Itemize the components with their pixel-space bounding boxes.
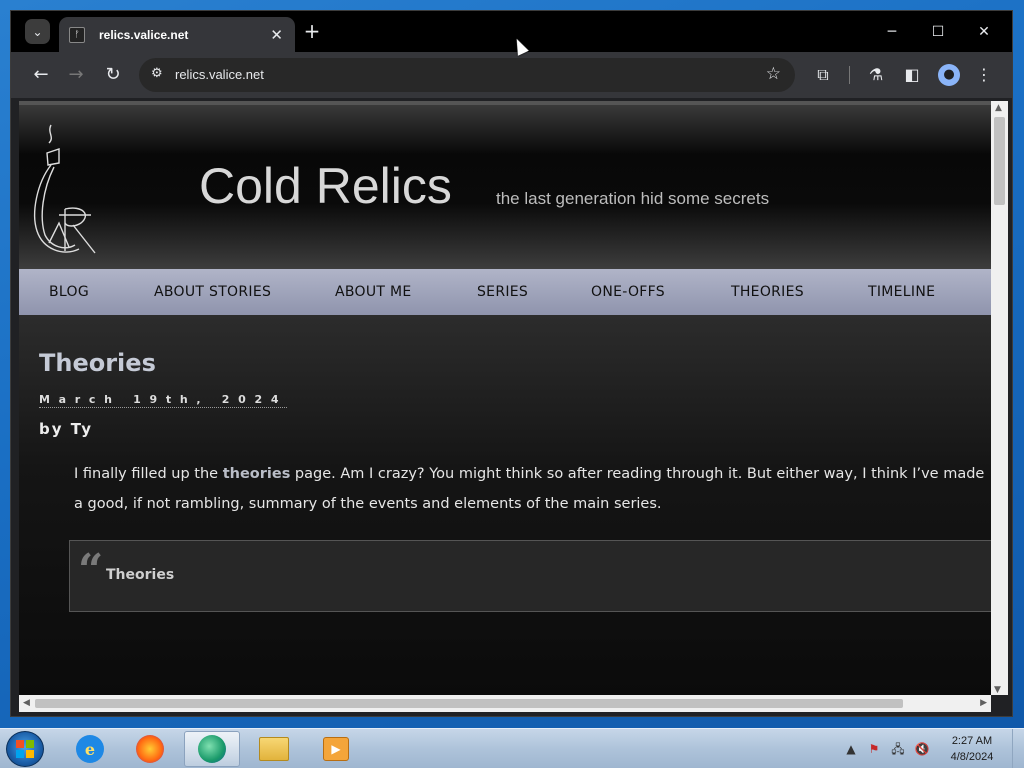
post-author: by Ty bbox=[39, 420, 93, 438]
embed-title[interactable]: Theories bbox=[106, 567, 174, 583]
taskbar-file-explorer[interactable] bbox=[246, 731, 302, 767]
nav-item-series[interactable]: SERIES bbox=[477, 284, 528, 300]
media-player-icon: ▶ bbox=[323, 737, 349, 761]
reload-icon: ↻ bbox=[105, 64, 121, 85]
tab-strip: ⌄ ᚠ relics.valice.net ✕ + ─ ☐ ✕ bbox=[11, 11, 1012, 52]
post-body: I finally filled up the theories page. A… bbox=[74, 459, 991, 519]
close-window-button[interactable]: ✕ bbox=[961, 17, 1007, 47]
browser-app-icon bbox=[198, 735, 226, 763]
site-title[interactable]: Cold Relics bbox=[199, 157, 452, 215]
embedded-link-card[interactable]: “ Theories bbox=[69, 540, 991, 612]
volume-muted-icon[interactable]: 🔇 bbox=[914, 741, 930, 757]
vertical-scroll-thumb[interactable] bbox=[994, 117, 1005, 205]
chevron-down-icon: ⌄ bbox=[32, 24, 43, 39]
tray-expand-icon[interactable]: ▲ bbox=[843, 741, 859, 757]
post-body-text: I finally filled up the bbox=[74, 466, 223, 482]
tab-search-button[interactable]: ⌄ bbox=[25, 19, 50, 44]
plus-icon: + bbox=[303, 19, 321, 43]
firefox-icon bbox=[136, 735, 164, 763]
folder-icon bbox=[259, 737, 289, 761]
tab-title: relics.valice.net bbox=[99, 27, 189, 42]
minimize-button[interactable]: ─ bbox=[869, 17, 915, 47]
side-panel-icon[interactable]: ◧ bbox=[900, 63, 924, 87]
theories-link[interactable]: theories bbox=[223, 466, 291, 482]
nav-item-blog[interactable]: BLOG bbox=[49, 284, 89, 300]
nav-item-about-me[interactable]: ABOUT ME bbox=[335, 284, 412, 300]
windows-taskbar: e ▶ ▲ ⚑ 🖧 🔇 2:27 AM 4/8/2024 bbox=[0, 728, 1024, 768]
scroll-down-icon[interactable]: ▼ bbox=[994, 685, 1001, 695]
horizontal-scroll-thumb[interactable] bbox=[35, 699, 903, 708]
page-viewport: Cold Relics the last generation hid some… bbox=[19, 101, 991, 695]
site-favicon-icon: ᚠ bbox=[69, 26, 85, 43]
post-date[interactable]: March 19th, 2024 bbox=[39, 393, 288, 408]
site-logo-icon bbox=[34, 124, 96, 254]
system-clock[interactable]: 2:27 AM 4/8/2024 bbox=[934, 733, 1010, 765]
windows-logo-icon bbox=[16, 740, 34, 758]
quote-mark-icon: “ bbox=[78, 545, 104, 596]
url-text: relics.valice.net bbox=[175, 67, 264, 82]
browser-window: ⌄ ᚠ relics.valice.net ✕ + ─ ☐ ✕ ← → ↻ ⚙ … bbox=[10, 10, 1013, 717]
bookmark-star-icon[interactable]: ☆ bbox=[766, 64, 781, 84]
back-button[interactable]: ← bbox=[28, 62, 54, 88]
browser-toolbar: ← → ↻ ⚙ relics.valice.net ☆ ⧉ ⚗ ◧ ● ⋮ bbox=[11, 52, 1012, 98]
site-header: Cold Relics the last generation hid some… bbox=[19, 101, 991, 269]
clock-time: 2:27 AM bbox=[951, 735, 993, 747]
post-content: Theories March 19th, 2024 by Ty I finall… bbox=[19, 315, 991, 695]
internet-explorer-icon: e bbox=[76, 735, 104, 763]
taskbar-firefox[interactable] bbox=[122, 731, 178, 767]
reload-button[interactable]: ↻ bbox=[100, 62, 126, 88]
network-icon[interactable]: 🖧 bbox=[890, 741, 906, 757]
scroll-right-icon[interactable]: ▶ bbox=[980, 698, 987, 708]
labs-flask-icon[interactable]: ⚗ bbox=[864, 63, 888, 87]
site-navigation: BLOG ABOUT STORIES ABOUT ME SERIES ONE-O… bbox=[19, 269, 991, 315]
nav-item-one-offs[interactable]: ONE-OFFS bbox=[591, 284, 665, 300]
site-tagline: the last generation hid some secrets bbox=[496, 189, 770, 208]
vertical-scrollbar[interactable]: ▲ ▼ bbox=[991, 101, 1008, 695]
post-title[interactable]: Theories bbox=[39, 349, 156, 377]
action-center-icon[interactable]: ⚑ bbox=[866, 741, 882, 757]
toolbar-divider bbox=[849, 66, 850, 84]
site-info-icon[interactable]: ⚙ bbox=[151, 66, 163, 81]
menu-kebab-icon[interactable]: ⋮ bbox=[972, 63, 996, 87]
nav-item-theories[interactable]: THEORIES bbox=[731, 284, 804, 300]
address-bar[interactable]: ⚙ relics.valice.net ☆ bbox=[139, 58, 795, 92]
show-desktop-button[interactable] bbox=[1012, 729, 1024, 768]
taskbar-media-player[interactable]: ▶ bbox=[308, 731, 364, 767]
forward-button[interactable]: → bbox=[63, 62, 89, 88]
start-button[interactable] bbox=[6, 731, 44, 767]
extensions-icon[interactable]: ⧉ bbox=[811, 63, 835, 87]
tab-active[interactable]: ᚠ relics.valice.net ✕ bbox=[59, 17, 295, 52]
taskbar-internet-explorer[interactable]: e bbox=[62, 731, 118, 767]
scroll-up-icon[interactable]: ▲ bbox=[995, 103, 1002, 113]
clock-date: 4/8/2024 bbox=[950, 751, 994, 763]
taskbar-browser-active[interactable] bbox=[184, 731, 240, 767]
tab-close-icon[interactable]: ✕ bbox=[270, 26, 283, 44]
nav-item-about-stories[interactable]: ABOUT STORIES bbox=[154, 284, 271, 300]
profile-avatar-icon[interactable]: ● bbox=[938, 64, 960, 86]
arrow-right-icon: → bbox=[68, 64, 84, 85]
scroll-left-icon[interactable]: ◀ bbox=[23, 698, 30, 708]
horizontal-scrollbar[interactable]: ◀ ▶ bbox=[19, 695, 991, 712]
new-tab-button[interactable]: + bbox=[301, 20, 323, 42]
maximize-button[interactable]: ☐ bbox=[915, 17, 961, 47]
arrow-left-icon: ← bbox=[33, 64, 49, 85]
nav-item-timeline[interactable]: TIMELINE bbox=[868, 284, 935, 300]
